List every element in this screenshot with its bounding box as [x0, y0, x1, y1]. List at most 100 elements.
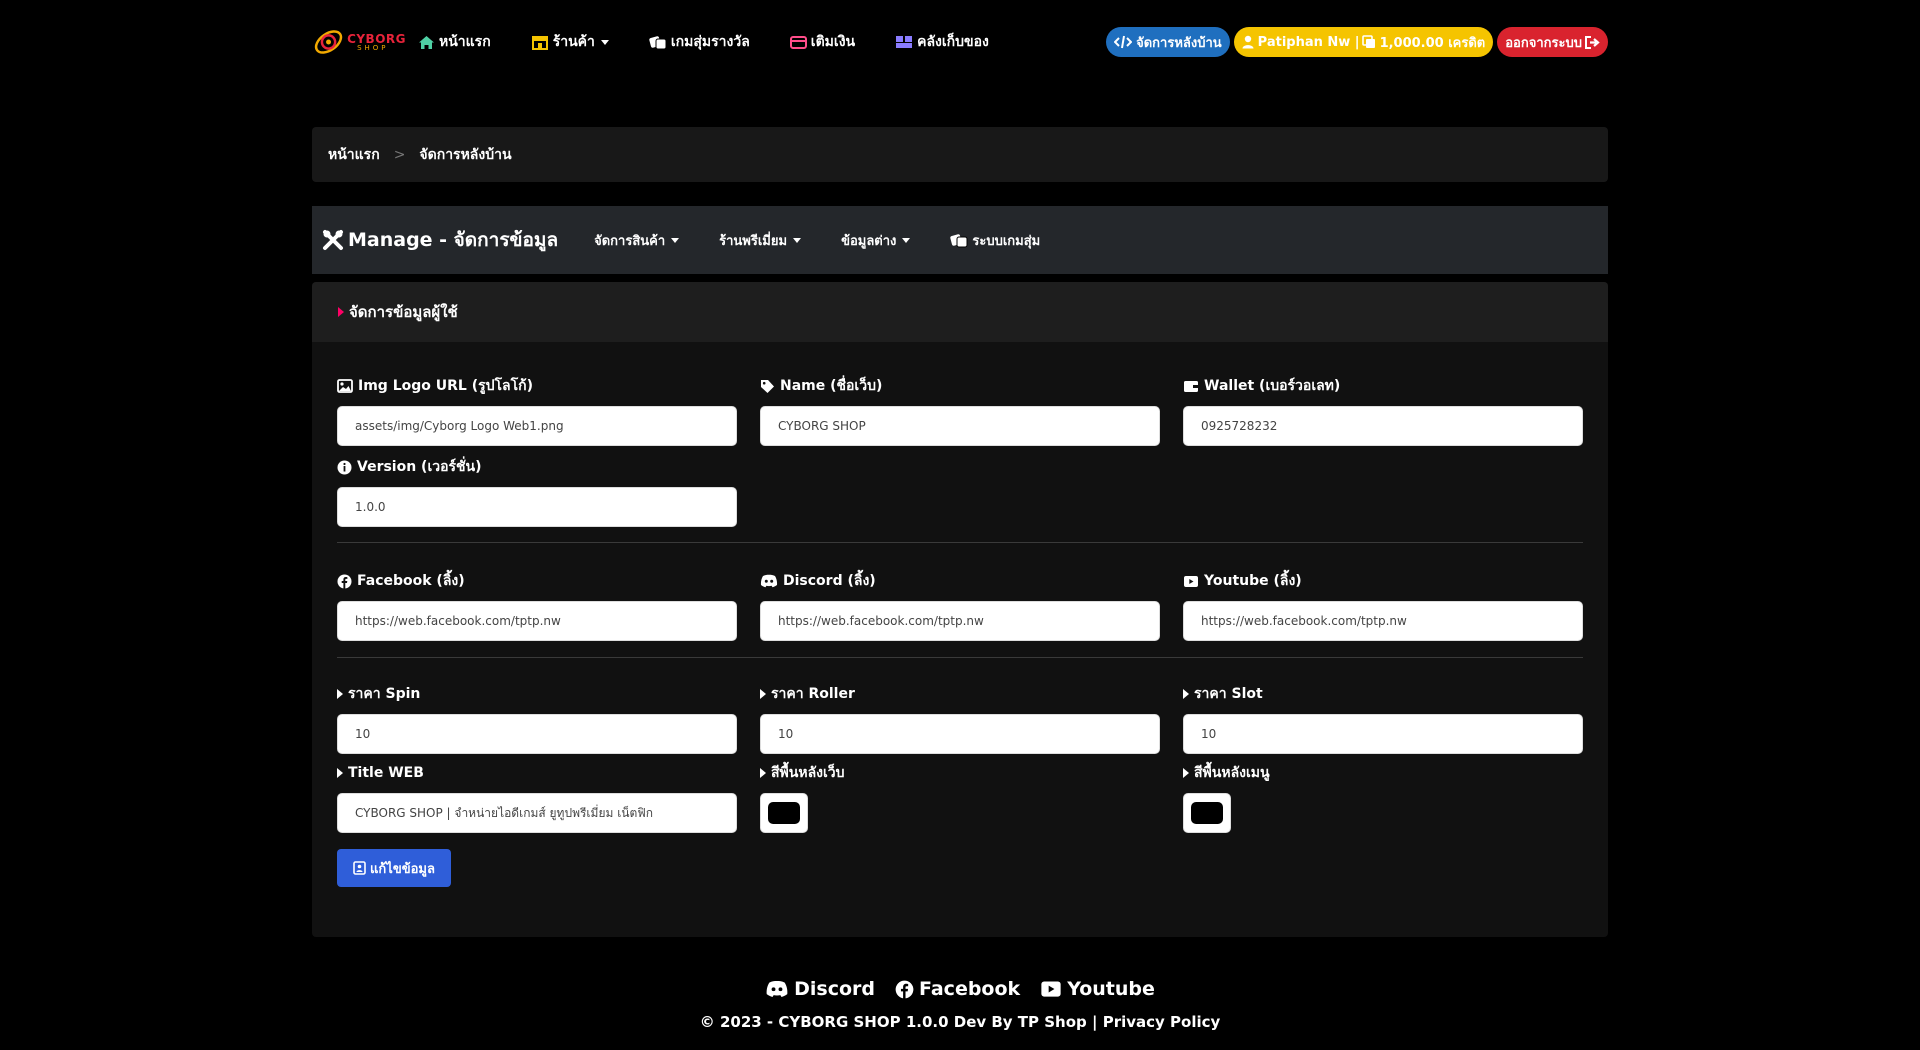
logo-url-label-text: Img Logo URL (รูปโลโก้) [358, 378, 533, 394]
spin-price-label-text: ราคา Spin [348, 686, 421, 702]
facebook-label-text: Facebook (ลิ้ง) [357, 573, 465, 589]
logo-url-group: Img Logo URL (รูปโลโก้) assets/img/Cybor… [337, 376, 737, 446]
site-name-group: Name (ชื่อเว็บ) CYBORG SHOP [760, 376, 1160, 446]
nav-topup[interactable]: เติมเงิน [789, 31, 855, 53]
youtube-label: Youtube (ลิ้ง) [1183, 571, 1583, 591]
menu-gacha[interactable]: ระบบเกมสุ่ม [950, 230, 1040, 251]
section-divider [337, 657, 1583, 658]
title-web-input[interactable]: CYBORG SHOP | จำหน่ายไอดีเกมส์ ยูทูปพรีเ… [337, 793, 737, 833]
credit-card-icon [789, 35, 807, 49]
breadcrumb-current: จัดการหลังบ้าน [419, 146, 512, 163]
bg-color-label-text: สีพื้นหลังเว็บ [771, 765, 845, 781]
wallet-icon [1183, 380, 1199, 393]
brand-line1: CYBORG [347, 31, 406, 46]
card-header: จัดการข้อมูลผู้ใช้ [312, 282, 1608, 342]
logo-url-input[interactable]: assets/img/Cyborg Logo Web1.png [337, 406, 737, 446]
menu-premium-dropdown[interactable]: ร้านพรีเมี่ยม [719, 230, 802, 251]
roller-price-input[interactable]: 10 [760, 714, 1160, 754]
title-web-label-text: Title WEB [348, 765, 424, 781]
menu-color-swatch [1191, 802, 1223, 824]
logout-button[interactable]: ออกจากระบบ [1497, 27, 1608, 57]
nav-home[interactable]: หน้าแรก [418, 31, 491, 53]
nav-gacha-label: เกมสุ่มรางวัล [670, 34, 750, 50]
chevron-down-icon [600, 39, 609, 45]
user-data-card: จัดการข้อมูลผู้ใช้ Img Logo URL (รูปโลโก… [312, 282, 1608, 937]
nav-shop-dropdown[interactable]: ร้านค้า [531, 31, 609, 53]
slot-price-label: ราคา Slot [1183, 684, 1583, 704]
spin-price-group: ราคา Spin 10 [337, 684, 737, 754]
menu-gacha-label: ระบบเกมสุ่ม [972, 233, 1041, 249]
menu-premium-label: ร้านพรีเมี่ยม [719, 233, 788, 249]
version-input[interactable]: 1.0.0 [337, 487, 737, 527]
discord-icon [760, 574, 778, 588]
roller-price-label-text: ราคา Roller [771, 686, 855, 702]
facebook-label: Facebook (ลิ้ง) [337, 571, 737, 591]
brand-logo[interactable]: CYBORG SHOP [312, 22, 406, 62]
chevron-down-icon [671, 237, 680, 243]
footer-copyright: © 2023 - CYBORG SHOP 1.0.0 Dev By TP Sho… [699, 1013, 1221, 1031]
footer-discord-link[interactable]: Discord [765, 978, 875, 1000]
caret-right-icon [337, 768, 343, 778]
footer-youtube-link[interactable]: Youtube [1040, 978, 1155, 1000]
breadcrumb: หน้าแรก > จัดการหลังบ้าน [312, 127, 1608, 182]
dice-icon [950, 233, 968, 248]
discord-input[interactable]: https://web.facebook.com/tptp.nw [760, 601, 1160, 641]
menu-color-picker[interactable] [1183, 793, 1231, 833]
slot-price-label-text: ราคา Slot [1194, 686, 1263, 702]
boxes-icon [895, 35, 913, 49]
wallet-label-text: Wallet (เบอร์วอเลท) [1204, 378, 1341, 394]
discord-icon [765, 980, 789, 998]
manage-title-text: Manage - จัดการข้อมูล [348, 229, 559, 251]
title-web-group: Title WEB CYBORG SHOP | จำหน่ายไอดีเกมส์… [337, 763, 737, 833]
menu-misc-label: ข้อมูลต่าง [841, 233, 897, 249]
youtube-label-text: Youtube (ลิ้ง) [1204, 573, 1302, 589]
save-button[interactable]: แก้ไขข้อมูล [337, 849, 451, 887]
breadcrumb-home[interactable]: หน้าแรก [328, 144, 380, 166]
info-icon [337, 460, 352, 475]
save-button-label: แก้ไขข้อมูล [370, 861, 435, 877]
chevron-down-icon [902, 237, 911, 243]
code-icon [1114, 35, 1133, 49]
logo-icon [314, 30, 343, 54]
admin-panel-button[interactable]: จัดการหลังบ้าน [1106, 27, 1230, 57]
coins-icon [1361, 35, 1376, 49]
menu-misc-dropdown[interactable]: ข้อมูลต่าง [841, 230, 911, 251]
caret-right-icon [760, 768, 766, 778]
discord-label-text: Discord (ลิ้ง) [783, 573, 876, 589]
user-name: Patiphan Nw | [1257, 34, 1360, 50]
caret-right-icon [337, 689, 343, 699]
caret-right-icon [1183, 768, 1189, 778]
menu-products-label: จัดการสินค้า [594, 233, 666, 249]
caret-right-icon [760, 689, 766, 699]
footer-youtube-label: Youtube [1067, 978, 1155, 1000]
bg-color-group: สีพื้นหลังเว็บ [760, 763, 1160, 833]
wallet-input[interactable]: 0925728232 [1183, 406, 1583, 446]
bg-color-picker[interactable] [760, 793, 808, 833]
nav-right-group: จัดการหลังบ้าน Patiphan Nw | 1,000.00 เค… [1106, 27, 1608, 57]
bg-color-label: สีพื้นหลังเว็บ [760, 763, 1160, 783]
youtube-icon [1183, 575, 1199, 588]
site-name-input[interactable]: CYBORG SHOP [760, 406, 1160, 446]
spin-price-label: ราคา Spin [337, 684, 737, 704]
menu-products-dropdown[interactable]: จัดการสินค้า [594, 230, 680, 251]
manage-title[interactable]: Manage - จัดการข้อมูล [322, 225, 558, 255]
facebook-input[interactable]: https://web.facebook.com/tptp.nw [337, 601, 737, 641]
nav-home-label: หน้าแรก [439, 34, 491, 50]
caret-right-icon [1183, 689, 1189, 699]
youtube-group: Youtube (ลิ้ง) https://web.facebook.com/… [1183, 571, 1583, 641]
home-icon [418, 35, 435, 50]
nav-gacha[interactable]: เกมสุ่มรางวัล [649, 31, 750, 53]
bg-color-swatch [768, 802, 800, 824]
spin-price-input[interactable]: 10 [337, 714, 737, 754]
title-web-label: Title WEB [337, 763, 737, 783]
user-credit-badge[interactable]: Patiphan Nw | 1,000.00 เครดิต [1233, 27, 1494, 57]
slot-price-group: ราคา Slot 10 [1183, 684, 1583, 754]
nav-inventory[interactable]: คลังเก็บของ [895, 31, 989, 53]
wallet-group: Wallet (เบอร์วอเลท) 0925728232 [1183, 376, 1583, 446]
sign-out-icon [1585, 35, 1600, 49]
youtube-input[interactable]: https://web.facebook.com/tptp.nw [1183, 601, 1583, 641]
footer-facebook-link[interactable]: Facebook [895, 978, 1020, 1000]
slot-price-input[interactable]: 10 [1183, 714, 1583, 754]
tools-icon [322, 229, 344, 251]
user-credit: 1,000.00 เครดิต [1379, 35, 1486, 51]
